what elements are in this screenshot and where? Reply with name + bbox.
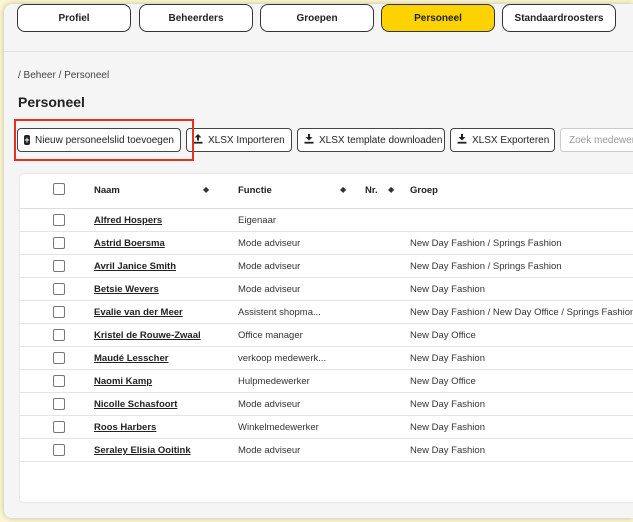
table-header: Naam ◆ Functie ◆ Nr. ◆ Groep: [20, 174, 633, 209]
divider: [4, 51, 633, 52]
staff-group: New Day Fashion: [410, 284, 485, 295]
staff-group: New Day Fashion: [410, 353, 485, 364]
tab-beheerders[interactable]: Beheerders: [139, 4, 253, 32]
staff-function: Office manager: [238, 330, 303, 341]
staff-function: verkoop medewerk...: [238, 353, 327, 364]
staff-name-link[interactable]: Astrid Boersma: [94, 238, 165, 249]
row-checkbox[interactable]: [53, 352, 65, 364]
staff-name-link[interactable]: Nicolle Schasfoort: [94, 399, 177, 410]
staff-function: Mode adviseur: [238, 284, 301, 295]
xlsx-import-button[interactable]: XLSX Importeren: [186, 128, 292, 152]
upload-icon: [193, 133, 203, 147]
sort-icon[interactable]: ◆: [203, 185, 209, 194]
table-row[interactable]: Naomi Kamp Hulpmedewerker New Day Office: [20, 370, 633, 393]
table-row[interactable]: Evalie van der Meer Assistent shopma... Ne…: [20, 301, 633, 324]
staff-function: Hulpmedewerker: [238, 376, 310, 387]
add-staff-label: Nieuw personeelslid toevoegen: [35, 134, 174, 146]
row-checkbox[interactable]: [53, 283, 65, 295]
table-row[interactable]: Maudé Lesscher verkoop medewerk... New Day…: [20, 347, 633, 370]
header-function[interactable]: Functie: [238, 185, 272, 196]
row-checkbox[interactable]: [53, 398, 65, 410]
staff-table: Naam ◆ Functie ◆ Nr. ◆ Groep Alfred Hosp…: [20, 174, 633, 502]
staff-name-link[interactable]: Evalie van der Meer: [94, 307, 183, 318]
search-input[interactable]: Zoek medewerker: [560, 128, 633, 152]
table-row[interactable]: Betsie Wevers Mode adviseur New Day Fashio…: [20, 278, 633, 301]
tab-groepen[interactable]: Groepen: [260, 4, 374, 32]
breadcrumb: / Beheer / Personeel: [18, 70, 110, 81]
staff-function: Mode adviseur: [238, 238, 301, 249]
xlsx-template-label: XLSX template downloaden: [319, 134, 443, 146]
staff-group: New Day Fashion: [410, 399, 485, 410]
table-row[interactable]: Roos Harbers Winkelmedewerker New Day Fash…: [20, 416, 633, 439]
xlsx-template-download-button[interactable]: XLSX template downloaden: [297, 128, 445, 152]
staff-name-link[interactable]: Alfred Hospers: [94, 215, 162, 226]
staff-name-link[interactable]: Avril Janice Smith: [94, 261, 176, 272]
download-icon: [457, 133, 467, 147]
page-title: Personeel: [18, 94, 85, 110]
staff-name-link[interactable]: Maudé Lesscher: [94, 353, 168, 364]
staff-group: New Day Fashion / Springs Fashion: [410, 261, 562, 272]
staff-name-link[interactable]: Naomi Kamp: [94, 376, 152, 387]
row-checkbox[interactable]: [53, 329, 65, 341]
staff-function: Eigenaar: [238, 215, 277, 226]
staff-function: Mode adviseur: [238, 399, 301, 410]
table-row[interactable]: Kristel de Rouwe-Zwaal Office manager New …: [20, 324, 633, 347]
staff-group: New Day Fashion / Springs Fashion: [410, 238, 562, 249]
staff-function: Assistent shopma...: [238, 307, 321, 318]
select-all-checkbox[interactable]: [53, 183, 65, 195]
table-row[interactable]: Avril Janice Smith Mode adviseur New Day F…: [20, 255, 633, 278]
row-checkbox[interactable]: [53, 260, 65, 272]
table-row[interactable]: Nicolle Schasfoort Mode adviseur New Day F…: [20, 393, 633, 416]
xlsx-export-label: XLSX Exporteren: [472, 134, 550, 146]
add-staff-button[interactable]: + Nieuw personeelslid toevoegen: [17, 128, 181, 152]
download-icon: [304, 133, 314, 147]
row-checkbox[interactable]: [53, 214, 65, 226]
row-checkbox[interactable]: [53, 306, 65, 318]
row-checkbox[interactable]: [53, 444, 65, 456]
tab-standaardroosters[interactable]: Standaardroosters: [502, 4, 616, 32]
row-checkbox[interactable]: [53, 421, 65, 433]
staff-group: New Day Fashion: [410, 445, 485, 456]
row-checkbox[interactable]: [53, 375, 65, 387]
sort-icon[interactable]: ◆: [340, 185, 346, 194]
staff-name-link[interactable]: Betsie Wevers: [94, 284, 159, 295]
staff-group: New Day Office: [410, 330, 476, 341]
tab-personeel[interactable]: Personeel: [381, 4, 495, 32]
header-nr[interactable]: Nr.: [365, 185, 378, 196]
staff-function: Winkelmedewerker: [238, 422, 319, 433]
staff-function: Mode adviseur: [238, 261, 301, 272]
staff-function: Mode adviseur: [238, 445, 301, 456]
xlsx-import-label: XLSX Importeren: [208, 134, 285, 146]
xlsx-export-button[interactable]: XLSX Exporteren: [450, 128, 555, 152]
staff-group: New Day Fashion / New Day Office / Sprin…: [410, 307, 633, 318]
staff-name-link[interactable]: Roos Harbers: [94, 422, 156, 433]
staff-group: New Day Office: [410, 376, 476, 387]
table-row[interactable]: Astrid Boersma Mode adviseur New Day Fashi…: [20, 232, 633, 255]
header-group[interactable]: Groep: [410, 185, 438, 196]
row-checkbox[interactable]: [53, 237, 65, 249]
table-row[interactable]: Alfred Hospers Eigenaar: [20, 209, 633, 232]
plus-icon: +: [24, 134, 31, 145]
staff-name-link[interactable]: Kristel de Rouwe-Zwaal: [94, 330, 201, 341]
staff-name-link[interactable]: Seraley Elisia Ooitink: [94, 445, 191, 456]
table-row[interactable]: Seraley Elisia Ooitink Mode adviseur New D…: [20, 439, 633, 462]
sort-icon[interactable]: ◆: [388, 185, 394, 194]
tab-profiel[interactable]: Profiel: [17, 4, 131, 32]
staff-group: New Day Fashion: [410, 422, 485, 433]
main-panel: Profiel Beheerders Groepen Personeel Sta…: [4, 4, 633, 518]
header-name[interactable]: Naam: [94, 185, 120, 196]
